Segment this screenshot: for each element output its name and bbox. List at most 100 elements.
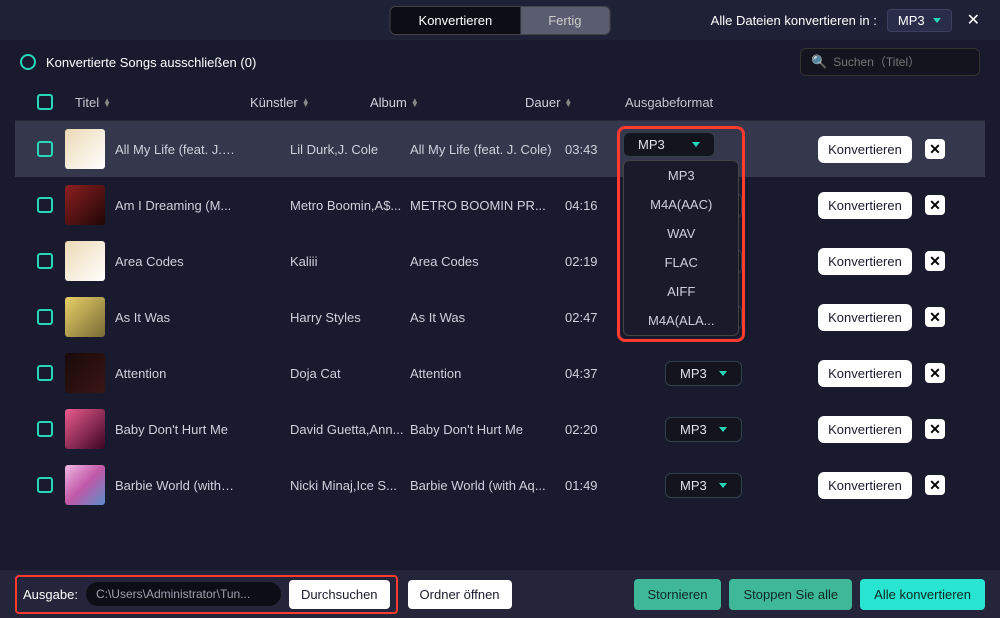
- track-row[interactable]: All My Life (feat. J. ... Lil Durk,J. Co…: [15, 121, 985, 177]
- browse-button[interactable]: Durchsuchen: [289, 580, 390, 609]
- select-all-checkbox[interactable]: [37, 94, 53, 110]
- convert-row-button[interactable]: Konvertieren: [818, 472, 912, 499]
- column-format: Ausgabeformat: [625, 95, 775, 110]
- track-row[interactable]: Baby Don't Hurt Me David Guetta,Ann... B…: [15, 401, 985, 457]
- format-select-row[interactable]: MP3: [623, 132, 715, 157]
- format-option[interactable]: FLAC: [624, 248, 738, 277]
- track-thumbnail: [65, 409, 105, 449]
- convert-row-button[interactable]: Konvertieren: [818, 416, 912, 443]
- chevron-down-icon: [719, 371, 727, 376]
- remove-row-button[interactable]: ✕: [925, 139, 945, 159]
- chevron-down-icon: [933, 18, 941, 23]
- format-option[interactable]: MP3: [624, 161, 738, 190]
- track-thumbnail: [65, 465, 105, 505]
- convert-all-button[interactable]: Alle konvertieren: [860, 579, 985, 610]
- track-artist: Metro Boomin,A$...: [290, 198, 410, 213]
- track-artist: Harry Styles: [290, 310, 410, 325]
- search-box[interactable]: 🔍: [800, 48, 980, 76]
- convert-row-button[interactable]: Konvertieren: [818, 304, 912, 331]
- output-path: C:\Users\Administrator\Tun...: [86, 582, 281, 606]
- sort-icon: ▲▼: [411, 99, 419, 107]
- track-album: Baby Don't Hurt Me: [410, 422, 565, 437]
- track-duration: 02:20: [565, 422, 665, 437]
- format-option[interactable]: M4A(ALA...: [624, 306, 738, 335]
- stop-all-button[interactable]: Stoppen Sie alle: [729, 579, 852, 610]
- row-checkbox[interactable]: [37, 309, 53, 325]
- track-row[interactable]: As It Was Harry Styles As It Was 02:47 M…: [15, 289, 985, 345]
- track-thumbnail: [65, 241, 105, 281]
- track-row[interactable]: Area Codes Kaliii Area Codes 02:19 MP3 K…: [15, 233, 985, 289]
- column-duration[interactable]: Dauer▲▼: [525, 95, 625, 110]
- track-thumbnail: [65, 129, 105, 169]
- track-album: Area Codes: [410, 254, 565, 269]
- remove-row-button[interactable]: ✕: [925, 195, 945, 215]
- search-input[interactable]: [833, 55, 969, 69]
- track-title: Am I Dreaming (M...: [115, 198, 235, 213]
- row-checkbox[interactable]: [37, 421, 53, 437]
- toolbar: Konvertierte Songs ausschließen (0) 🔍: [0, 40, 1000, 84]
- track-title: Baby Don't Hurt Me: [115, 422, 235, 437]
- global-format-select[interactable]: MP3: [887, 9, 952, 32]
- remove-row-button[interactable]: ✕: [925, 419, 945, 439]
- chevron-down-icon: [719, 427, 727, 432]
- track-table: Titel▲▼ Künstler▲▼ Album▲▼ Dauer▲▼ Ausga…: [0, 84, 1000, 564]
- tab-group: Konvertieren Fertig: [390, 6, 611, 35]
- track-row[interactable]: Barbie World (with ... Nicki Minaj,Ice S…: [15, 457, 985, 513]
- track-row[interactable]: Attention Doja Cat Attention 04:37 MP3 K…: [15, 345, 985, 401]
- track-artist: Doja Cat: [290, 366, 410, 381]
- tab-convert[interactable]: Konvertieren: [391, 7, 521, 34]
- column-title[interactable]: Titel▲▼: [65, 95, 250, 110]
- track-artist: David Guetta,Ann...: [290, 422, 410, 437]
- close-icon[interactable]: ✕: [962, 10, 985, 30]
- track-artist: Lil Durk,J. Cole: [290, 142, 410, 157]
- format-select-row[interactable]: MP3: [665, 473, 742, 498]
- track-row[interactable]: Am I Dreaming (M... Metro Boomin,A$... M…: [15, 177, 985, 233]
- track-album: METRO BOOMIN PR...: [410, 198, 565, 213]
- format-option[interactable]: WAV: [624, 219, 738, 248]
- remove-row-button[interactable]: ✕: [925, 307, 945, 327]
- row-checkbox[interactable]: [37, 253, 53, 269]
- column-artist[interactable]: Künstler▲▼: [250, 95, 370, 110]
- format-value: MP3: [680, 422, 707, 437]
- convert-all-label: Alle Dateien konvertieren in :: [711, 13, 877, 28]
- remove-row-button[interactable]: ✕: [925, 251, 945, 271]
- format-value: MP3: [680, 366, 707, 381]
- format-option[interactable]: AIFF: [624, 277, 738, 306]
- track-album: As It Was: [410, 310, 565, 325]
- track-artist: Kaliii: [290, 254, 410, 269]
- highlight-frame: MP3 MP3M4A(AAC)WAVFLACAIFFM4A(ALA...: [617, 126, 745, 342]
- format-select-row[interactable]: MP3: [665, 417, 742, 442]
- convert-row-button[interactable]: Konvertieren: [818, 192, 912, 219]
- track-duration: 01:49: [565, 478, 665, 493]
- row-checkbox[interactable]: [37, 197, 53, 213]
- convert-row-button[interactable]: Konvertieren: [818, 136, 912, 163]
- track-thumbnail: [65, 185, 105, 225]
- chevron-down-icon: [719, 483, 727, 488]
- sort-icon: ▲▼: [103, 99, 111, 107]
- track-title: Area Codes: [115, 254, 235, 269]
- row-checkbox[interactable]: [37, 141, 53, 157]
- track-album: Barbie World (with Aq...: [410, 478, 565, 493]
- format-select-row[interactable]: MP3: [665, 361, 742, 386]
- remove-row-button[interactable]: ✕: [925, 363, 945, 383]
- remove-row-button[interactable]: ✕: [925, 475, 945, 495]
- output-label: Ausgabe:: [23, 587, 78, 602]
- open-folder-button[interactable]: Ordner öffnen: [408, 580, 512, 609]
- row-checkbox[interactable]: [37, 365, 53, 381]
- format-dropdown-list: MP3M4A(AAC)WAVFLACAIFFM4A(ALA...: [623, 160, 739, 336]
- row-checkbox[interactable]: [37, 477, 53, 493]
- track-thumbnail: [65, 353, 105, 393]
- convert-row-button[interactable]: Konvertieren: [818, 360, 912, 387]
- cancel-button[interactable]: Stornieren: [634, 579, 722, 610]
- format-option[interactable]: M4A(AAC): [624, 190, 738, 219]
- sort-icon: ▲▼: [564, 99, 572, 107]
- exclude-toggle-icon[interactable]: [20, 54, 36, 70]
- tab-done[interactable]: Fertig: [520, 7, 609, 34]
- convert-row-button[interactable]: Konvertieren: [818, 248, 912, 275]
- track-thumbnail: [65, 297, 105, 337]
- column-album[interactable]: Album▲▼: [370, 95, 525, 110]
- global-format-value: MP3: [898, 13, 925, 28]
- search-icon: 🔍: [811, 54, 827, 70]
- track-title: As It Was: [115, 310, 235, 325]
- sort-icon: ▲▼: [302, 99, 310, 107]
